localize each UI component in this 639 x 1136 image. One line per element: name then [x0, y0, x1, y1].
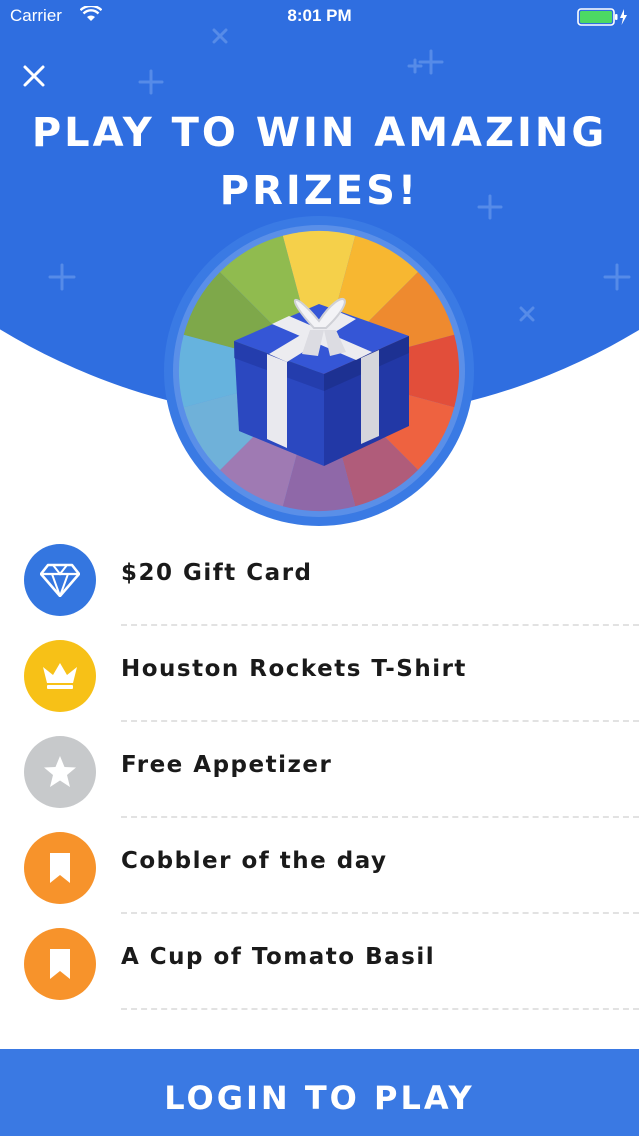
prize-label: Houston Rockets T-Shirt: [121, 656, 467, 682]
charging-icon: [620, 9, 627, 25]
page-title: PLAY TO WIN AMAZING PRIZES!: [0, 104, 639, 220]
clock: 8:01 PM: [287, 6, 352, 25]
title-line-2: PRIZES!: [219, 168, 420, 214]
close-icon: [23, 65, 45, 87]
prize-label: A Cup of Tomato Basil: [121, 944, 436, 970]
prize-label: Free Appetizer: [121, 752, 333, 778]
bookmark-icon: [50, 853, 70, 883]
diamond-icon: [40, 563, 80, 597]
prize-label: $20 Gift Card: [121, 560, 313, 586]
prize-row[interactable]: Cobbler of the day: [0, 818, 639, 914]
star-icon: [44, 756, 76, 787]
prize-icon-circle: [24, 736, 96, 808]
bookmark-icon: [50, 949, 70, 979]
crown-icon: [43, 663, 77, 689]
login-to-play-button[interactable]: LOGIN TO PLAY: [0, 1049, 639, 1136]
status-bar: Carrier 8:01 PM: [0, 0, 639, 34]
prize-row[interactable]: Free Appetizer: [0, 722, 639, 818]
prize-row[interactable]: $20 Gift Card: [0, 530, 639, 626]
prize-icon-circle: [24, 928, 96, 1000]
prize-screen: Carrier 8:01 PM PLAY TO WIN AMAZING PRIZ…: [0, 0, 639, 1136]
close-button[interactable]: [14, 56, 54, 96]
title-line-1: PLAY TO WIN AMAZING: [31, 110, 608, 156]
prize-icon-circle: [24, 832, 96, 904]
prize-list: $20 Gift Card Houston Rockets T-Shirt Fr…: [0, 530, 639, 1010]
prize-icon-circle: [24, 544, 96, 616]
prize-row[interactable]: Houston Rockets T-Shirt: [0, 626, 639, 722]
prize-row[interactable]: A Cup of Tomato Basil: [0, 914, 639, 1010]
battery-icon: [577, 7, 629, 32]
prize-wheel[interactable]: [164, 216, 474, 526]
prize-label: Cobbler of the day: [121, 848, 388, 874]
divider: [121, 1008, 639, 1010]
prize-icon-circle: [24, 640, 96, 712]
